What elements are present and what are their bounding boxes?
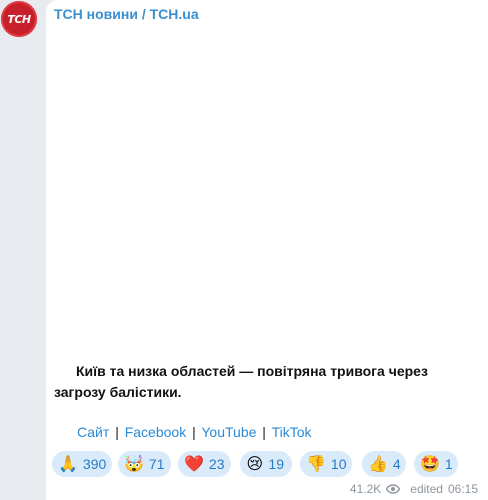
reaction-count: 4 (392, 456, 401, 472)
reaction-count: 23 (208, 456, 225, 472)
reaction-count: 1 (444, 456, 453, 472)
red-heart-icon: ❤️ (184, 454, 204, 473)
message-links: Сайт | Facebook | YouTube | TikTok (77, 424, 312, 440)
thumbs-down-icon: 👎 (306, 454, 326, 473)
eye-icon (386, 484, 401, 494)
link-youtube[interactable]: YouTube (201, 424, 256, 440)
reaction-count: 19 (268, 456, 284, 472)
edited-label: edited (410, 482, 443, 496)
reaction-exploding-head[interactable]: 🤯 71 (118, 451, 171, 477)
message-text: Київ та низка областей — повітряна триво… (54, 363, 428, 400)
reaction-count: 10 (330, 456, 347, 472)
reaction-thumbs-down[interactable]: 👎 10 (300, 451, 352, 477)
channel-avatar[interactable]: ТСН (1, 1, 37, 37)
thumbs-up-icon: 👍 (368, 454, 388, 473)
message-bubble: ТСН новини / TCH.ua Київ та низка област… (46, 0, 488, 500)
reaction-praying-hands[interactable]: 🙏 390 (52, 451, 112, 477)
reaction-red-heart[interactable]: ❤️ 23 (178, 451, 231, 477)
reaction-crying-face[interactable]: 😢 19 (240, 451, 292, 477)
link-separator: | (262, 424, 266, 440)
reaction-count: 71 (148, 456, 165, 472)
link-tiktok[interactable]: TikTok (272, 424, 312, 440)
avatar-logo-text: ТСН (7, 12, 31, 26)
link-site[interactable]: Сайт (77, 424, 109, 440)
exploding-head-icon: 🤯 (124, 454, 144, 473)
link-facebook[interactable]: Facebook (125, 424, 186, 440)
link-separator: | (192, 424, 196, 440)
crying-face-icon: 😢 (246, 454, 264, 473)
star-struck-icon: 🤩 (420, 454, 440, 473)
reaction-star-struck[interactable]: 🤩 1 (414, 451, 458, 477)
praying-hands-icon: 🙏 (58, 454, 78, 473)
message-meta: 41.2K edited 06:15 (350, 482, 478, 496)
link-separator: | (115, 424, 119, 440)
reaction-thumbs-up[interactable]: 👍 4 (362, 451, 406, 477)
reaction-count: 390 (82, 456, 107, 472)
view-count: 41.2K (349, 482, 382, 496)
channel-name[interactable]: ТСН новини / TCH.ua (54, 6, 199, 22)
message-time: 06:15 (447, 482, 478, 496)
